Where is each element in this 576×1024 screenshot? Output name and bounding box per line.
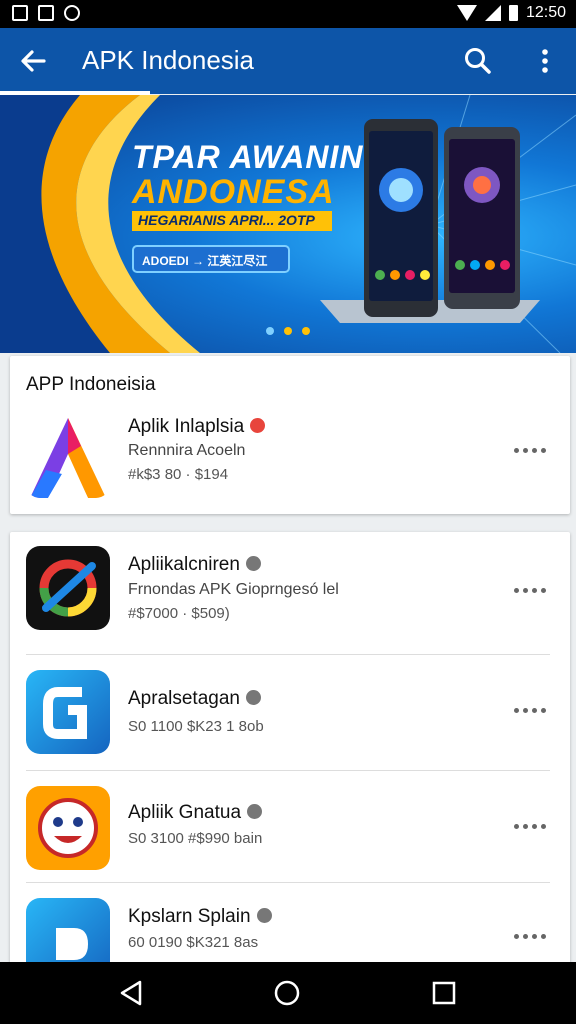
row-menu-button[interactable] <box>514 700 550 720</box>
image-icon <box>12 5 28 21</box>
nav-home-icon <box>274 980 300 1006</box>
nav-recents-button[interactable] <box>424 974 464 1012</box>
app-meta: #$7000 · $509) <box>128 605 230 622</box>
dot-icon <box>514 933 519 939</box>
app-bar: APK Indonesia <box>0 28 576 94</box>
list-item[interactable]: Apliikalcniren Frnondas APK Gioprngesó l… <box>10 544 570 654</box>
dot-icon <box>523 933 528 939</box>
row-menu-button[interactable] <box>514 926 550 946</box>
dot-icon <box>523 707 528 713</box>
list-item[interactable]: Apralsetagan S0 1100 $K23 1 8ob <box>10 664 570 770</box>
featured-section-card: APP Indoneisia Aplik Inlaplsia Rennnira … <box>10 356 570 514</box>
app-list-card: Apliikalcniren Frnondas APK Gioprngesó l… <box>10 532 570 972</box>
app-name: Apralsetagan <box>128 688 261 710</box>
notification-icons <box>12 5 80 21</box>
more-vert-icon <box>542 49 548 73</box>
nav-recents-icon <box>432 981 456 1005</box>
verified-badge-icon <box>245 690 261 705</box>
search-button[interactable] <box>460 42 496 80</box>
app-name: Kpslarn Splain <box>128 906 272 928</box>
app-subtitle: Frnondas APK Gioprngesó lel <box>128 581 339 598</box>
smiley-face-logo-icon <box>26 786 110 870</box>
divider <box>26 770 550 771</box>
dot-icon <box>532 447 537 453</box>
dot-icon <box>541 447 546 453</box>
page-title: APK Indonesia <box>82 45 255 75</box>
nav-home-button[interactable] <box>267 974 307 1012</box>
system-icons: 12:50 <box>456 4 566 22</box>
verified-badge-icon <box>247 804 263 819</box>
status-bar: 12:50 <box>0 0 576 28</box>
app-meta: 60 0190 $K321 8as <box>128 934 259 951</box>
carousel-dot[interactable] <box>284 327 292 335</box>
verified-badge-icon <box>256 908 272 923</box>
blue-d-logo-icon <box>26 898 110 972</box>
dot-icon <box>532 823 537 829</box>
dot-icon <box>541 707 546 713</box>
promo-banner[interactable]: TPAR AWANIN ANDONESA HEGARIANIS APRI... … <box>0 95 576 353</box>
dot-icon <box>541 823 546 829</box>
dot-icon <box>523 447 528 453</box>
wifi-icon <box>456 5 477 21</box>
dot-icon <box>523 823 528 829</box>
app-name: Aplik Inlaplsia <box>128 416 266 438</box>
battery-icon <box>508 5 518 21</box>
blue-g-logo-icon <box>26 670 110 754</box>
verified-badge-icon <box>245 556 261 571</box>
triangle-a-logo-icon <box>26 414 110 498</box>
banner-title-line1: TPAR AWANIN <box>132 139 364 175</box>
clock: 12:50 <box>525 4 566 21</box>
nav-back-button[interactable] <box>112 974 152 1012</box>
row-menu-button[interactable] <box>514 580 550 600</box>
dot-icon <box>514 447 519 453</box>
carousel-indicator <box>266 327 310 335</box>
dot-icon <box>523 587 528 593</box>
row-menu-button[interactable] <box>514 816 550 836</box>
verified-badge-icon <box>250 418 266 433</box>
app-meta: #k$3 80 · $194 <box>128 466 229 483</box>
image-icon <box>38 5 54 21</box>
dot-icon <box>541 933 546 939</box>
list-item[interactable]: Apliik Gnatua S0 3100 #$990 bain <box>10 780 570 882</box>
list-item[interactable]: Kpslarn Splain 60 0190 $K321 8as <box>10 892 570 972</box>
carousel-dot[interactable] <box>266 327 274 335</box>
dot-icon <box>541 587 546 593</box>
arrow-back-icon <box>21 50 46 72</box>
row-menu-button[interactable] <box>514 440 550 460</box>
more-options-button[interactable] <box>530 42 560 80</box>
divider <box>26 654 550 655</box>
nav-back-icon <box>120 980 142 1006</box>
app-name: Apliik Gnatua <box>128 802 263 824</box>
app-meta: S0 3100 #$990 bain <box>128 830 263 847</box>
section-title: APP Indoneisia <box>26 374 156 395</box>
back-button[interactable] <box>14 43 54 79</box>
list-item[interactable]: Aplik Inlaplsia Rennnira Acoeln #k$3 80 … <box>10 412 570 506</box>
app-subtitle: Rennnira Acoeln <box>128 442 246 459</box>
dot-icon <box>532 587 537 593</box>
colorful-ring-logo-icon <box>26 546 110 630</box>
app-meta: S0 1100 $K23 1 8ob <box>128 718 264 735</box>
system-nav-bar <box>0 962 576 1024</box>
divider <box>26 882 550 883</box>
dot-icon <box>532 707 537 713</box>
banner-subtitle: HEGARIANIS APRI... 2OTP <box>132 211 332 231</box>
dot-icon <box>532 933 537 939</box>
banner-title-line2: ANDONESA <box>132 173 335 211</box>
banner-cta-button[interactable]: ADOEDI → 江英江尽江 <box>132 245 290 273</box>
search-icon <box>465 48 491 74</box>
dot-icon <box>514 587 519 593</box>
dot-icon <box>514 823 519 829</box>
dot-icon <box>514 707 519 713</box>
carousel-dot[interactable] <box>302 327 310 335</box>
signal-icon <box>484 5 501 21</box>
app-name: Apliikalcniren <box>128 554 261 576</box>
circle-notification-icon <box>64 5 80 21</box>
